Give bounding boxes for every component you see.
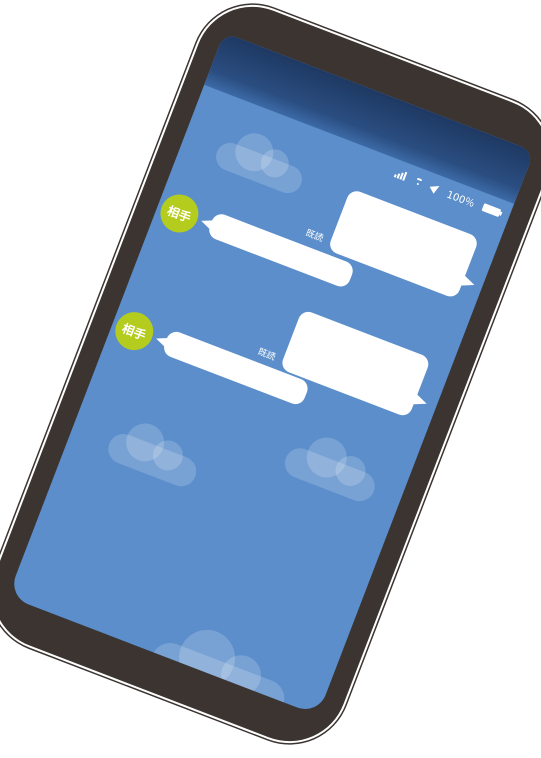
battery-percentage: 100％ — [444, 188, 476, 210]
wifi-icon — [412, 176, 424, 187]
cloud-decoration — [103, 429, 201, 491]
battery-icon — [481, 202, 501, 217]
cloud-decoration — [145, 636, 290, 715]
read-receipt: 既読 — [303, 227, 324, 244]
cloud-decoration — [280, 443, 379, 506]
sender-avatar: 相手 — [109, 306, 159, 356]
phone-frame: 100％ 既読 相手 既読 相手 — [0, 0, 541, 758]
signal-bars-icon — [393, 168, 407, 181]
sender-avatar: 相手 — [154, 188, 204, 238]
read-receipt: 既読 — [255, 346, 277, 363]
location-arrow-icon — [429, 181, 441, 194]
chat-screen: 100％ 既読 相手 既読 相手 — [7, 32, 534, 715]
cloud-decoration — [211, 138, 306, 197]
